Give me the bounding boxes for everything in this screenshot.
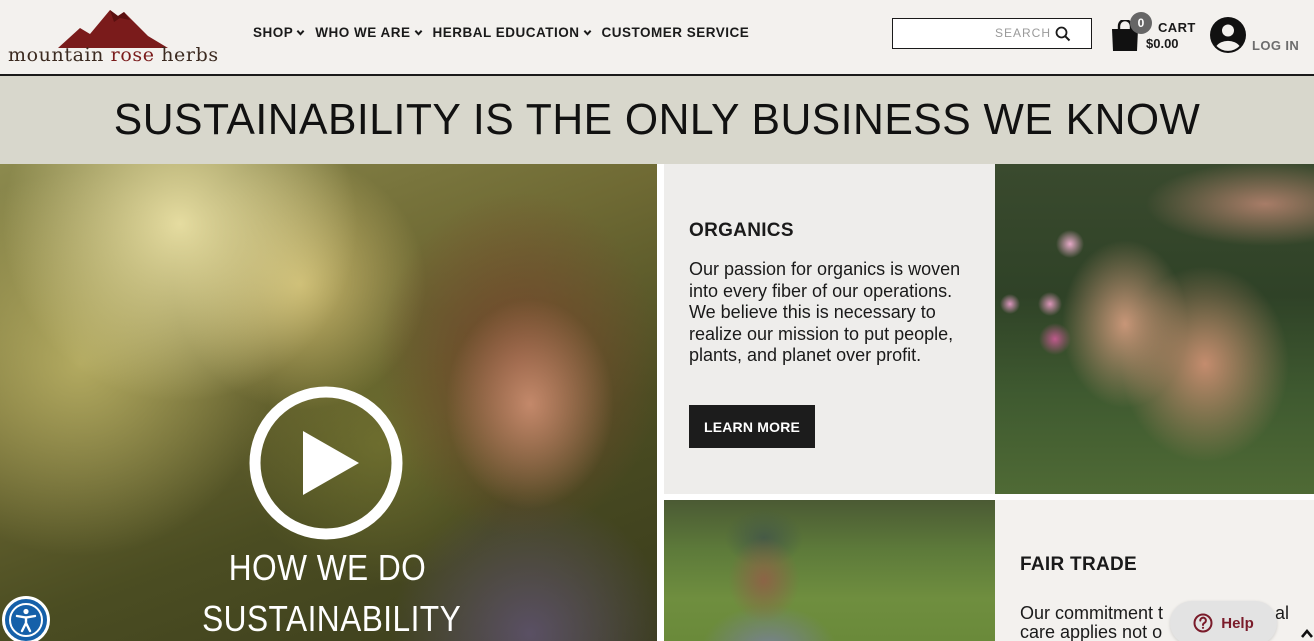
cart-button[interactable]: 0 CART $0.00 <box>1110 12 1200 56</box>
video-caption-line2: SUSTAINABILITY <box>202 598 462 639</box>
organics-body: Our passion for organics is woven into e… <box>689 259 961 365</box>
nav-customer-service[interactable]: CUSTOMER SERVICE <box>602 25 750 40</box>
nav-herbal-education-label: HERBAL EDUCATION <box>432 25 580 40</box>
site-header: mountain rose herbs SHOP WHO WE ARE HERB… <box>0 0 1314 76</box>
help-button[interactable]: Help <box>1170 601 1277 641</box>
accessibility-icon <box>9 603 43 637</box>
video-caption: HOW WE DO SUSTAINABILITY <box>202 542 462 641</box>
login-label: LOG IN <box>1252 38 1300 53</box>
nav-customer-service-label: CUSTOMER SERVICE <box>601 25 750 40</box>
learn-more-button[interactable]: LEARN MORE <box>689 405 815 448</box>
nav-shop-label: SHOP <box>253 25 294 40</box>
nav-shop[interactable]: SHOP <box>253 25 305 40</box>
cart-label: CART <box>1158 20 1196 35</box>
logo-text-herbs: herbs <box>154 44 219 66</box>
play-icon[interactable] <box>249 386 403 540</box>
search-icon[interactable] <box>1055 26 1071 42</box>
nav-who-we-are[interactable]: WHO WE ARE <box>315 25 422 40</box>
cart-total: $0.00 <box>1146 36 1179 51</box>
page-title: SUSTAINABILITY IS THE ONLY BUSINESS WE K… <box>113 95 1201 144</box>
logo-text-mountain: mountain <box>8 44 111 66</box>
nav-herbal-education[interactable]: HERBAL EDUCATION <box>433 25 592 40</box>
chevron-up-icon[interactable] <box>1300 620 1314 641</box>
user-icon <box>1210 17 1246 53</box>
nav-who-we-are-label: WHO WE ARE <box>315 25 411 40</box>
accessibility-button[interactable] <box>2 596 50 641</box>
help-label: Help <box>1221 614 1254 632</box>
fair-trade-title: FAIR TRADE <box>1020 554 1137 575</box>
rose-harvest-photo <box>995 164 1314 494</box>
fair-trade-body-line1: Our commitment t <box>1020 603 1164 623</box>
main-nav: SHOP WHO WE ARE HERBAL EDUCATION CUSTOME… <box>253 25 749 40</box>
fair-trade-body-line1-end: al <box>1275 603 1290 623</box>
hero-banner: SUSTAINABILITY IS THE ONLY BUSINESS WE K… <box>0 76 1314 164</box>
farmer-photo <box>664 500 995 641</box>
logo-wordmark: mountain rose herbs <box>8 44 219 66</box>
chevron-down-icon <box>414 30 422 36</box>
mountain-logo-icon <box>58 10 168 48</box>
organics-card: ORGANICS Our passion for organics is wov… <box>664 164 995 494</box>
organics-title: ORGANICS <box>689 220 794 241</box>
video-caption-line1: HOW WE DO <box>228 547 427 588</box>
search-input[interactable] <box>893 19 1053 47</box>
logo-text-rose: rose <box>110 44 155 66</box>
chevron-down-icon <box>296 30 305 36</box>
chevron-down-icon <box>583 30 591 36</box>
search-box <box>892 18 1092 49</box>
site-logo[interactable]: mountain rose herbs <box>8 6 223 68</box>
login-button[interactable]: LOG IN <box>1210 17 1310 57</box>
cart-count-badge: 0 <box>1130 12 1152 34</box>
question-icon <box>1193 613 1213 633</box>
fair-trade-body-line2: care applies not o <box>1020 622 1163 641</box>
sustainability-video[interactable]: HOW WE DO SUSTAINABILITY <box>0 164 657 641</box>
